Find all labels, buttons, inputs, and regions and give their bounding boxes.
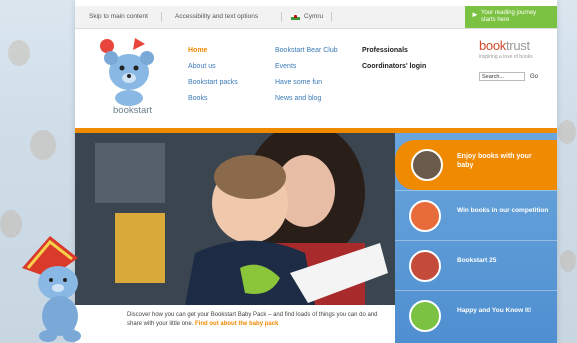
bookstart-logo[interactable] (95, 36, 161, 116)
nav-events[interactable]: Events (275, 63, 296, 70)
divider (331, 12, 332, 22)
nav-bookstart-packs[interactable]: Bookstart packs (188, 79, 238, 86)
hero-caption: Discover how you can get your Bookstart … (75, 305, 395, 343)
welsh-flag-icon (291, 14, 300, 20)
bear-icon (38, 266, 78, 300)
divider (161, 12, 162, 22)
bear-with-book-mascot (22, 236, 81, 342)
enjoy-books-thumbnail (411, 149, 443, 181)
badge-icon (100, 39, 114, 53)
paw-print-decoration (8, 40, 30, 66)
page-container: Skip to main content Accessibility and t… (75, 0, 557, 343)
nav-home[interactable]: Home (188, 47, 207, 54)
hero-photo-illustration (75, 133, 395, 305)
party-hat-icon (133, 38, 145, 50)
booktrust-tagline: inspiring a love of books (479, 54, 533, 60)
nav-news-and-blog[interactable]: News and blog (275, 95, 321, 102)
panel-bookstart-25[interactable]: Bookstart 25 (395, 240, 557, 291)
divider (281, 12, 282, 22)
panel-happy-and-you-know-it[interactable]: Happy and You Know It! (395, 290, 557, 341)
arrow-right-icon: ► (471, 10, 479, 19)
paw-print-decoration (560, 250, 576, 272)
hero-caption-text: Discover how you can get your Bookstart … (127, 311, 389, 329)
search-go-button[interactable]: Go (530, 74, 538, 80)
search-input[interactable]: Search... (479, 72, 525, 81)
reading-journey-label: Your reading journey starts here (481, 10, 537, 23)
panel-enjoy-books-label: Enjoy books with your baby (457, 153, 532, 169)
nav-professionals[interactable]: Professionals (362, 47, 408, 54)
booktrust-name-b: trust (506, 38, 530, 53)
nav-books[interactable]: Books (188, 95, 207, 102)
baby-pack-link[interactable]: Find out about the baby pack (195, 321, 278, 327)
paw-print-decoration (30, 130, 56, 160)
nav-coordinators-login[interactable]: Coordinators' login (362, 63, 426, 70)
nav-about-us[interactable]: About us (188, 63, 216, 70)
hero-image[interactable] (75, 133, 395, 305)
competition-thumbnail (409, 200, 441, 232)
language-link[interactable]: Cymru (304, 13, 323, 20)
nav-have-some-fun[interactable]: Have some fun (275, 79, 322, 86)
happy-thumbnail (409, 300, 441, 332)
panel-bookstart-25-label: Bookstart 25 (457, 257, 497, 264)
paw-print-decoration (0, 210, 22, 238)
reading-journey-button[interactable]: ► Your reading journey starts here (465, 6, 557, 28)
panel-competition-label: Win books in our competition (457, 207, 549, 214)
accessibility-link[interactable]: Accessibility and text options (175, 13, 258, 20)
panel-enjoy-books[interactable]: Enjoy books with your baby (395, 140, 557, 190)
panel-happy-label: Happy and You Know It! (457, 307, 532, 314)
paw-print-decoration (558, 120, 576, 144)
skip-link[interactable]: Skip to main content (89, 13, 148, 20)
panel-competition[interactable]: Win books in our competition (395, 190, 557, 241)
booktrust-name-a: book (479, 38, 506, 53)
bookstart-25-thumbnail (409, 250, 441, 282)
logo-wordmark: bookstart (113, 105, 153, 116)
booktrust-logo[interactable]: booktrust (479, 38, 530, 53)
nav-bear-club[interactable]: Bookstart Bear Club (275, 47, 338, 54)
